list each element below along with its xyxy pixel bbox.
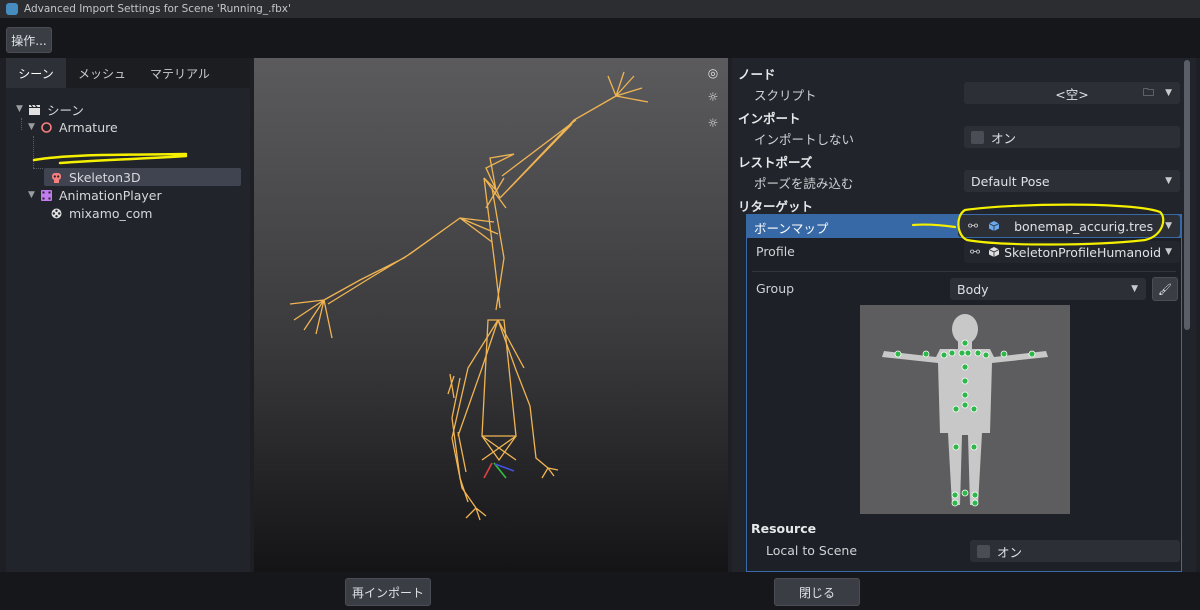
reimport-button[interactable]: 再インポート	[345, 578, 431, 606]
divider	[752, 271, 1176, 272]
section-node: ノード	[738, 67, 776, 82]
section-resource: Resource	[751, 521, 817, 536]
chevron-down-icon[interactable]: ▼	[1165, 221, 1172, 231]
folder-load-icon[interactable]: 🗀	[1143, 84, 1154, 103]
animation-icon	[51, 208, 62, 218]
section-retarget: リターゲット	[738, 199, 814, 214]
tree-line	[33, 136, 34, 168]
inspector-panel: ノード スクリプト <空> 🗀 ▼ インポート インポートしない オン レストポ…	[732, 58, 1196, 572]
humanoid-silhouette	[882, 314, 1048, 507]
3d-viewport[interactable]: ◎ ☼ ☼	[254, 58, 728, 572]
scene-tree: ▼ シーン ▼ Armature Skeleton3D ▼ AnimationP…	[6, 88, 250, 572]
section-import: インポート	[738, 111, 801, 126]
tab-bar: シーン メッシュ マテリアル	[6, 58, 250, 88]
tree-item-label: Armature	[59, 119, 118, 135]
clapperboard-icon	[29, 104, 40, 115]
checkbox-icon[interactable]	[971, 130, 984, 144]
load-pose-value: Default Pose	[971, 173, 1050, 189]
body-map-view[interactable]	[860, 305, 1070, 514]
tree-item-label: Skeleton3D	[69, 169, 141, 185]
scene-tree-panel: シーン メッシュ マテリアル ▼ シーン ▼ Armature Skeleton…	[6, 58, 250, 572]
chevron-down-icon[interactable]: ▼	[1131, 284, 1138, 294]
skeleton-bones	[289, 71, 649, 521]
tree-item-label: mixamo_com	[69, 205, 153, 221]
chevron-down-icon[interactable]: ▼	[28, 190, 40, 200]
brush-icon: 🖌	[1158, 282, 1172, 296]
resource-cube-icon	[988, 247, 1000, 257]
toolbar: 操作...	[0, 18, 1200, 58]
tree-item-mixamo-com[interactable]: mixamo_com	[50, 204, 152, 222]
tree-item-label: AnimationPlayer	[59, 187, 162, 203]
skip-import-label: インポートしない	[754, 132, 855, 147]
dialog-footer: 再インポート 閉じる	[0, 572, 1200, 610]
light-toggle-icon[interactable]: ☼	[706, 90, 720, 104]
local-to-scene-label: Local to Scene	[766, 543, 858, 558]
checkbox-icon[interactable]	[977, 544, 990, 558]
chevron-down-icon[interactable]: ▼	[1165, 247, 1172, 257]
skeleton-icon	[52, 172, 61, 183]
profile-label: Profile	[756, 244, 795, 259]
group-label: Group	[756, 281, 795, 296]
chevron-down-icon[interactable]: ▼	[1165, 88, 1172, 98]
group-dropdown[interactable]: Body ▼	[950, 278, 1146, 300]
godot-icon	[6, 3, 18, 15]
tree-line	[33, 168, 43, 169]
bone-map-label: ボーンマップ	[754, 221, 829, 236]
profile-resource[interactable]: ⚯ SkeletonProfileHumanoid ▼	[964, 241, 1180, 263]
local-to-scene-value: オン	[997, 544, 1023, 560]
brush-button[interactable]: 🖌	[1152, 277, 1178, 301]
inspector-scrollbar[interactable]	[1184, 60, 1190, 330]
environment-toggle-icon[interactable]: ☼	[706, 116, 720, 130]
resource-cube-icon	[988, 221, 1000, 231]
section-rest-pose: レストポーズ	[738, 155, 813, 170]
load-pose-label: ポーズを読み込む	[754, 176, 854, 191]
script-value: <空>	[1055, 86, 1089, 102]
tab-meshes[interactable]: メッシュ	[66, 58, 138, 88]
tree-item-animationplayer[interactable]: ▼ AnimationPlayer	[28, 186, 162, 204]
node3d-circle-icon	[41, 121, 52, 133]
bone-map-value: bonemap_accurig.tres	[1014, 218, 1154, 234]
bone-map-resource[interactable]: ⚯ bonemap_accurig.tres ▼	[958, 215, 1180, 237]
chevron-down-icon[interactable]: ▼	[1165, 176, 1172, 186]
orbit-icon[interactable]: ◎	[706, 66, 720, 80]
tree-item-label: シーン	[47, 102, 84, 118]
tab-materials[interactable]: マテリアル	[138, 58, 222, 88]
operations-button[interactable]: 操作...	[6, 27, 52, 53]
skip-import-checkbox[interactable]: オン	[964, 126, 1180, 148]
tree-item-skeleton3d[interactable]: Skeleton3D	[50, 168, 141, 186]
tree-line	[21, 118, 22, 130]
animation-player-icon	[41, 189, 52, 201]
window-title: Advanced Import Settings for Scene 'Runn…	[24, 3, 291, 15]
chevron-down-icon[interactable]: ▼	[16, 104, 28, 114]
skip-import-value: オン	[991, 130, 1017, 146]
group-value: Body	[957, 281, 989, 297]
link-icon: ⚯	[970, 245, 981, 259]
link-icon: ⚯	[968, 219, 979, 233]
close-button[interactable]: 閉じる	[774, 578, 860, 606]
profile-value: SkeletonProfileHumanoid	[1004, 244, 1162, 260]
tree-item-scene[interactable]: ▼ シーン	[16, 100, 84, 118]
tab-scene[interactable]: シーン	[6, 58, 66, 88]
script-label: スクリプト	[754, 88, 817, 103]
chevron-down-icon[interactable]: ▼	[28, 122, 40, 132]
load-pose-dropdown[interactable]: Default Pose ▼	[964, 170, 1180, 192]
script-field[interactable]: <空> 🗀 ▼	[964, 82, 1180, 104]
window-titlebar: Advanced Import Settings for Scene 'Runn…	[0, 0, 1200, 18]
tree-item-armature[interactable]: ▼ Armature	[28, 118, 118, 136]
local-to-scene-checkbox[interactable]: オン	[970, 540, 1180, 562]
